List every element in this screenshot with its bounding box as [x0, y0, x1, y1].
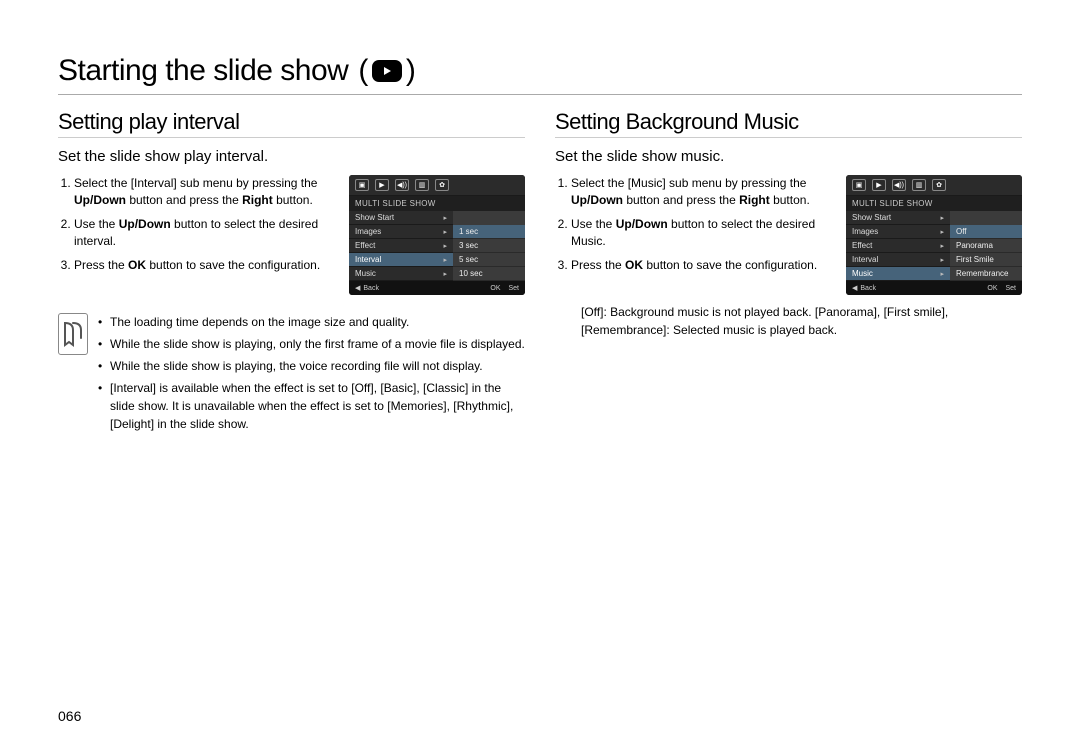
battery-icon: ▥: [912, 179, 926, 191]
step-1: Select the [Music] sub menu by pressing …: [571, 175, 836, 210]
column-music: Setting Background Music Set the slide s…: [555, 109, 1022, 437]
camera-icon: ▣: [852, 179, 866, 191]
music-lead: Set the slide show music.: [555, 148, 1022, 165]
lcd-menu-right: . 1 sec 3 sec 5 sec 10 sec: [453, 211, 525, 281]
menu-item: Show Start▸: [846, 211, 950, 225]
gear-icon: ✿: [932, 179, 946, 191]
music-body: Select the [Music] sub menu by pressing …: [555, 175, 1022, 295]
sound-icon: ◀)): [395, 179, 409, 191]
step-3: Press the OK button to save the configur…: [571, 257, 836, 274]
lcd-bottombar: ◀Back OK Set: [846, 281, 1022, 295]
interval-lead: Set the slide show play interval.: [58, 148, 525, 165]
menu-item: Effect▸: [349, 239, 453, 253]
interval-steps: Select the [Interval] sub menu by pressi…: [58, 175, 339, 280]
menu-item: Show Start▸: [349, 211, 453, 225]
lcd-menu-left: Show Start▸ Images▸ Effect▸ Interval▸ Mu…: [349, 211, 453, 281]
lcd-title: MULTI SLIDE SHOW: [846, 196, 1022, 211]
step-3: Press the OK button to save the configur…: [74, 257, 339, 274]
battery-icon: ▥: [415, 179, 429, 191]
music-steps: Select the [Music] sub menu by pressing …: [555, 175, 836, 280]
ok-hint: OK Set: [490, 284, 519, 292]
interval-lcd: ▣ ▶ ◀)) ▥ ✿ MULTI SLIDE SHOW Show Start▸…: [349, 175, 525, 295]
option-item: 10 sec: [453, 267, 525, 281]
music-extra-note: [Off]: Background music is not played ba…: [581, 303, 1022, 339]
menu-item: Images▸: [846, 225, 950, 239]
title-rule: [58, 94, 1022, 95]
lcd-bottombar: ◀Back OK Set: [349, 281, 525, 295]
left-arrow-icon: ◀: [355, 284, 360, 292]
slideshow-icon: [372, 60, 402, 82]
menu-item: Music▸: [349, 267, 453, 281]
note-item: The loading time depends on the image si…: [98, 313, 525, 331]
step-1: Select the [Interval] sub menu by pressi…: [74, 175, 339, 210]
play-icon: ▶: [872, 179, 886, 191]
option-item-selected: 1 sec: [453, 225, 525, 239]
note-item: [Interval] is available when the effect …: [98, 379, 525, 433]
option-item: First Smile: [950, 253, 1022, 267]
column-interval: Setting play interval Set the slide show…: [58, 109, 525, 437]
note-item: While the slide show is playing, only th…: [98, 335, 525, 353]
option-item: Remembrance: [950, 267, 1022, 281]
camera-icon: ▣: [355, 179, 369, 191]
interval-body: Select the [Interval] sub menu by pressi…: [58, 175, 525, 295]
interval-rule: [58, 137, 525, 138]
note-item: While the slide show is playing, the voi…: [98, 357, 525, 375]
sound-icon: ◀)): [892, 179, 906, 191]
menu-item: Images▸: [349, 225, 453, 239]
lcd-menu-right: . Off Panorama First Smile Remembrance: [950, 211, 1022, 281]
note-box: The loading time depends on the image si…: [58, 313, 525, 437]
option-item: 5 sec: [453, 253, 525, 267]
option-item: 3 sec: [453, 239, 525, 253]
music-lcd: ▣ ▶ ◀)) ▥ ✿ MULTI SLIDE SHOW Show Start▸…: [846, 175, 1022, 295]
ok-hint: OK Set: [987, 284, 1016, 292]
menu-item: Interval▸: [846, 253, 950, 267]
step-2: Use the Up/Down button to select the des…: [74, 216, 339, 251]
option-item-selected: Off: [950, 225, 1022, 239]
page-title: Starting the slide show ( ): [58, 54, 1022, 88]
interval-heading: Setting play interval: [58, 109, 525, 135]
note-list: The loading time depends on the image si…: [98, 313, 525, 437]
menu-item: Effect▸: [846, 239, 950, 253]
lcd-menu: Show Start▸ Images▸ Effect▸ Interval▸ Mu…: [846, 211, 1022, 281]
content-columns: Setting play interval Set the slide show…: [58, 109, 1022, 437]
title-text: Starting the slide show: [58, 54, 348, 88]
back-hint: ◀Back: [355, 284, 379, 292]
gear-icon: ✿: [435, 179, 449, 191]
play-icon: ▶: [375, 179, 389, 191]
page-number: 066: [58, 708, 81, 724]
lcd-topbar: ▣ ▶ ◀)) ▥ ✿: [846, 175, 1022, 196]
music-rule: [555, 137, 1022, 138]
lcd-title: MULTI SLIDE SHOW: [349, 196, 525, 211]
step-2: Use the Up/Down button to select the des…: [571, 216, 836, 251]
menu-item-selected: Interval▸: [349, 253, 453, 267]
music-heading: Setting Background Music: [555, 109, 1022, 135]
note-icon: [58, 313, 88, 355]
back-hint: ◀Back: [852, 284, 876, 292]
menu-item-selected: Music▸: [846, 267, 950, 281]
title-icon-group: ( ): [358, 54, 415, 88]
lcd-menu-left: Show Start▸ Images▸ Effect▸ Interval▸ Mu…: [846, 211, 950, 281]
left-arrow-icon: ◀: [852, 284, 857, 292]
lcd-topbar: ▣ ▶ ◀)) ▥ ✿: [349, 175, 525, 196]
option-item: Panorama: [950, 239, 1022, 253]
lcd-menu: Show Start▸ Images▸ Effect▸ Interval▸ Mu…: [349, 211, 525, 281]
